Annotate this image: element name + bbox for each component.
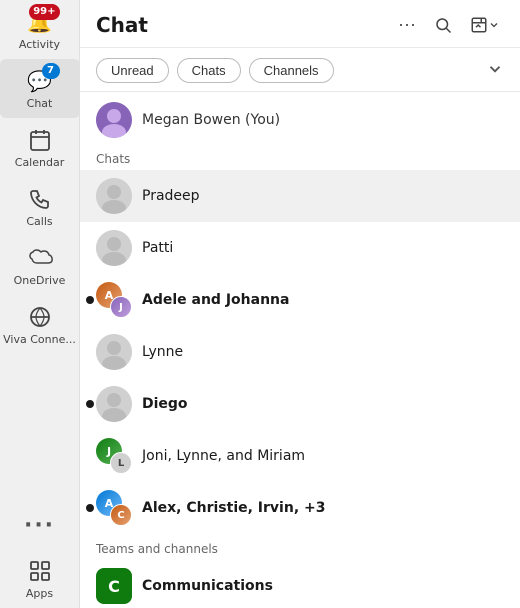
- activity-badge: 99+: [29, 4, 59, 20]
- chevron-down-icon: [486, 60, 504, 78]
- sidebar-item-activity-label: Activity: [19, 38, 60, 51]
- patti-name: Patti: [142, 240, 504, 256]
- unread-indicator: [86, 296, 94, 304]
- chat-item-lynne[interactable]: Lynne: [80, 326, 520, 378]
- chat-item-pradeep[interactable]: Pradeep: [80, 170, 520, 222]
- alex-group-name: Alex, Christie, Irvin, +3: [142, 500, 504, 516]
- sidebar-item-chat[interactable]: 💬 7 Chat: [0, 59, 80, 118]
- tab-chats[interactable]: Chats: [177, 58, 241, 83]
- sidebar-item-apps-label: Apps: [26, 587, 53, 600]
- chat-list: Megan Bowen (You) Chats Pradeep: [80, 92, 520, 608]
- teams-section-label: Teams and channels: [80, 534, 520, 560]
- apps-icon: [26, 557, 54, 585]
- chat-item-communications[interactable]: C Communications: [80, 560, 520, 608]
- joni-group-avatar: J L: [96, 438, 132, 474]
- header: Chat ···: [80, 0, 520, 48]
- calls-icon: [26, 185, 54, 213]
- compose-icon: [470, 16, 488, 34]
- more-icon: ···: [26, 511, 54, 539]
- chat-item-joni-lynne-miriam[interactable]: J L Joni, Lynne, and Miriam: [80, 430, 520, 482]
- chat-item-diego[interactable]: Diego: [80, 378, 520, 430]
- sidebar-item-calendar-label: Calendar: [15, 156, 64, 169]
- diego-avatar: [96, 386, 132, 422]
- sidebar-item-calls-label: Calls: [26, 215, 52, 228]
- sidebar-item-viva[interactable]: Viva Conne...: [0, 295, 80, 354]
- chat-icon: 💬 7: [26, 67, 54, 95]
- pradeep-name: Pradeep: [142, 188, 504, 204]
- sidebar-item-apps[interactable]: Apps: [0, 549, 80, 608]
- sidebar-more-button[interactable]: ···: [0, 503, 80, 549]
- current-user-avatar: [96, 102, 132, 138]
- lynne-name: Lynne: [142, 344, 504, 360]
- sidebar: 🔔 99+ Activity 💬 7 Chat Calendar: [0, 0, 80, 608]
- page-title: Chat: [96, 13, 394, 37]
- sidebar-item-chat-label: Chat: [27, 97, 53, 110]
- chat-badge: 7: [42, 63, 60, 79]
- header-search-button[interactable]: [430, 12, 456, 38]
- communications-name: Communications: [142, 578, 504, 594]
- header-actions: ···: [394, 10, 504, 39]
- calendar-icon: [26, 126, 54, 154]
- sidebar-item-calendar[interactable]: Calendar: [0, 118, 80, 177]
- search-icon: [434, 16, 452, 34]
- patti-avatar: [96, 230, 132, 266]
- joni-lynne-miriam-name: Joni, Lynne, and Miriam: [142, 448, 504, 464]
- adele-johanna-avatar: A J: [96, 282, 132, 318]
- tab-channels[interactable]: Channels: [249, 58, 334, 83]
- sidebar-item-viva-label: Viva Conne...: [3, 333, 76, 346]
- onedrive-icon: [26, 244, 54, 272]
- communications-avatar: C: [96, 568, 132, 604]
- sidebar-item-onedrive[interactable]: OneDrive: [0, 236, 80, 295]
- chat-item-adele-johanna[interactable]: A J Adele and Johanna: [80, 274, 520, 326]
- main-panel: Chat ···: [80, 0, 520, 608]
- more-dots-icon: ···: [398, 14, 416, 35]
- lynne-avatar: [96, 334, 132, 370]
- pradeep-avatar: [96, 178, 132, 214]
- viva-icon: [26, 303, 54, 331]
- current-user-row[interactable]: Megan Bowen (You): [80, 92, 520, 148]
- sidebar-item-onedrive-label: OneDrive: [14, 274, 66, 287]
- current-user-name: Megan Bowen (You): [142, 112, 280, 128]
- activity-icon: 🔔 99+: [26, 8, 54, 36]
- adele-johanna-name: Adele and Johanna: [142, 292, 504, 308]
- unread-indicator: [86, 504, 94, 512]
- chat-item-patti[interactable]: Patti: [80, 222, 520, 274]
- header-more-button[interactable]: ···: [394, 10, 420, 39]
- tab-unread[interactable]: Unread: [96, 58, 169, 83]
- chat-item-alex-group[interactable]: A C Alex, Christie, Irvin, +3: [80, 482, 520, 534]
- sidebar-item-calls[interactable]: Calls: [0, 177, 80, 236]
- sidebar-item-activity[interactable]: 🔔 99+ Activity: [0, 0, 80, 59]
- tabs-expand-icon[interactable]: [486, 60, 504, 82]
- header-compose-button[interactable]: [466, 12, 504, 38]
- tabs-row: Unread Chats Channels: [80, 48, 520, 92]
- chevron-down-icon: [488, 19, 500, 31]
- chats-section-label: Chats: [80, 148, 520, 170]
- alex-group-avatar: A C: [96, 490, 132, 526]
- diego-name: Diego: [142, 396, 504, 412]
- unread-indicator: [86, 400, 94, 408]
